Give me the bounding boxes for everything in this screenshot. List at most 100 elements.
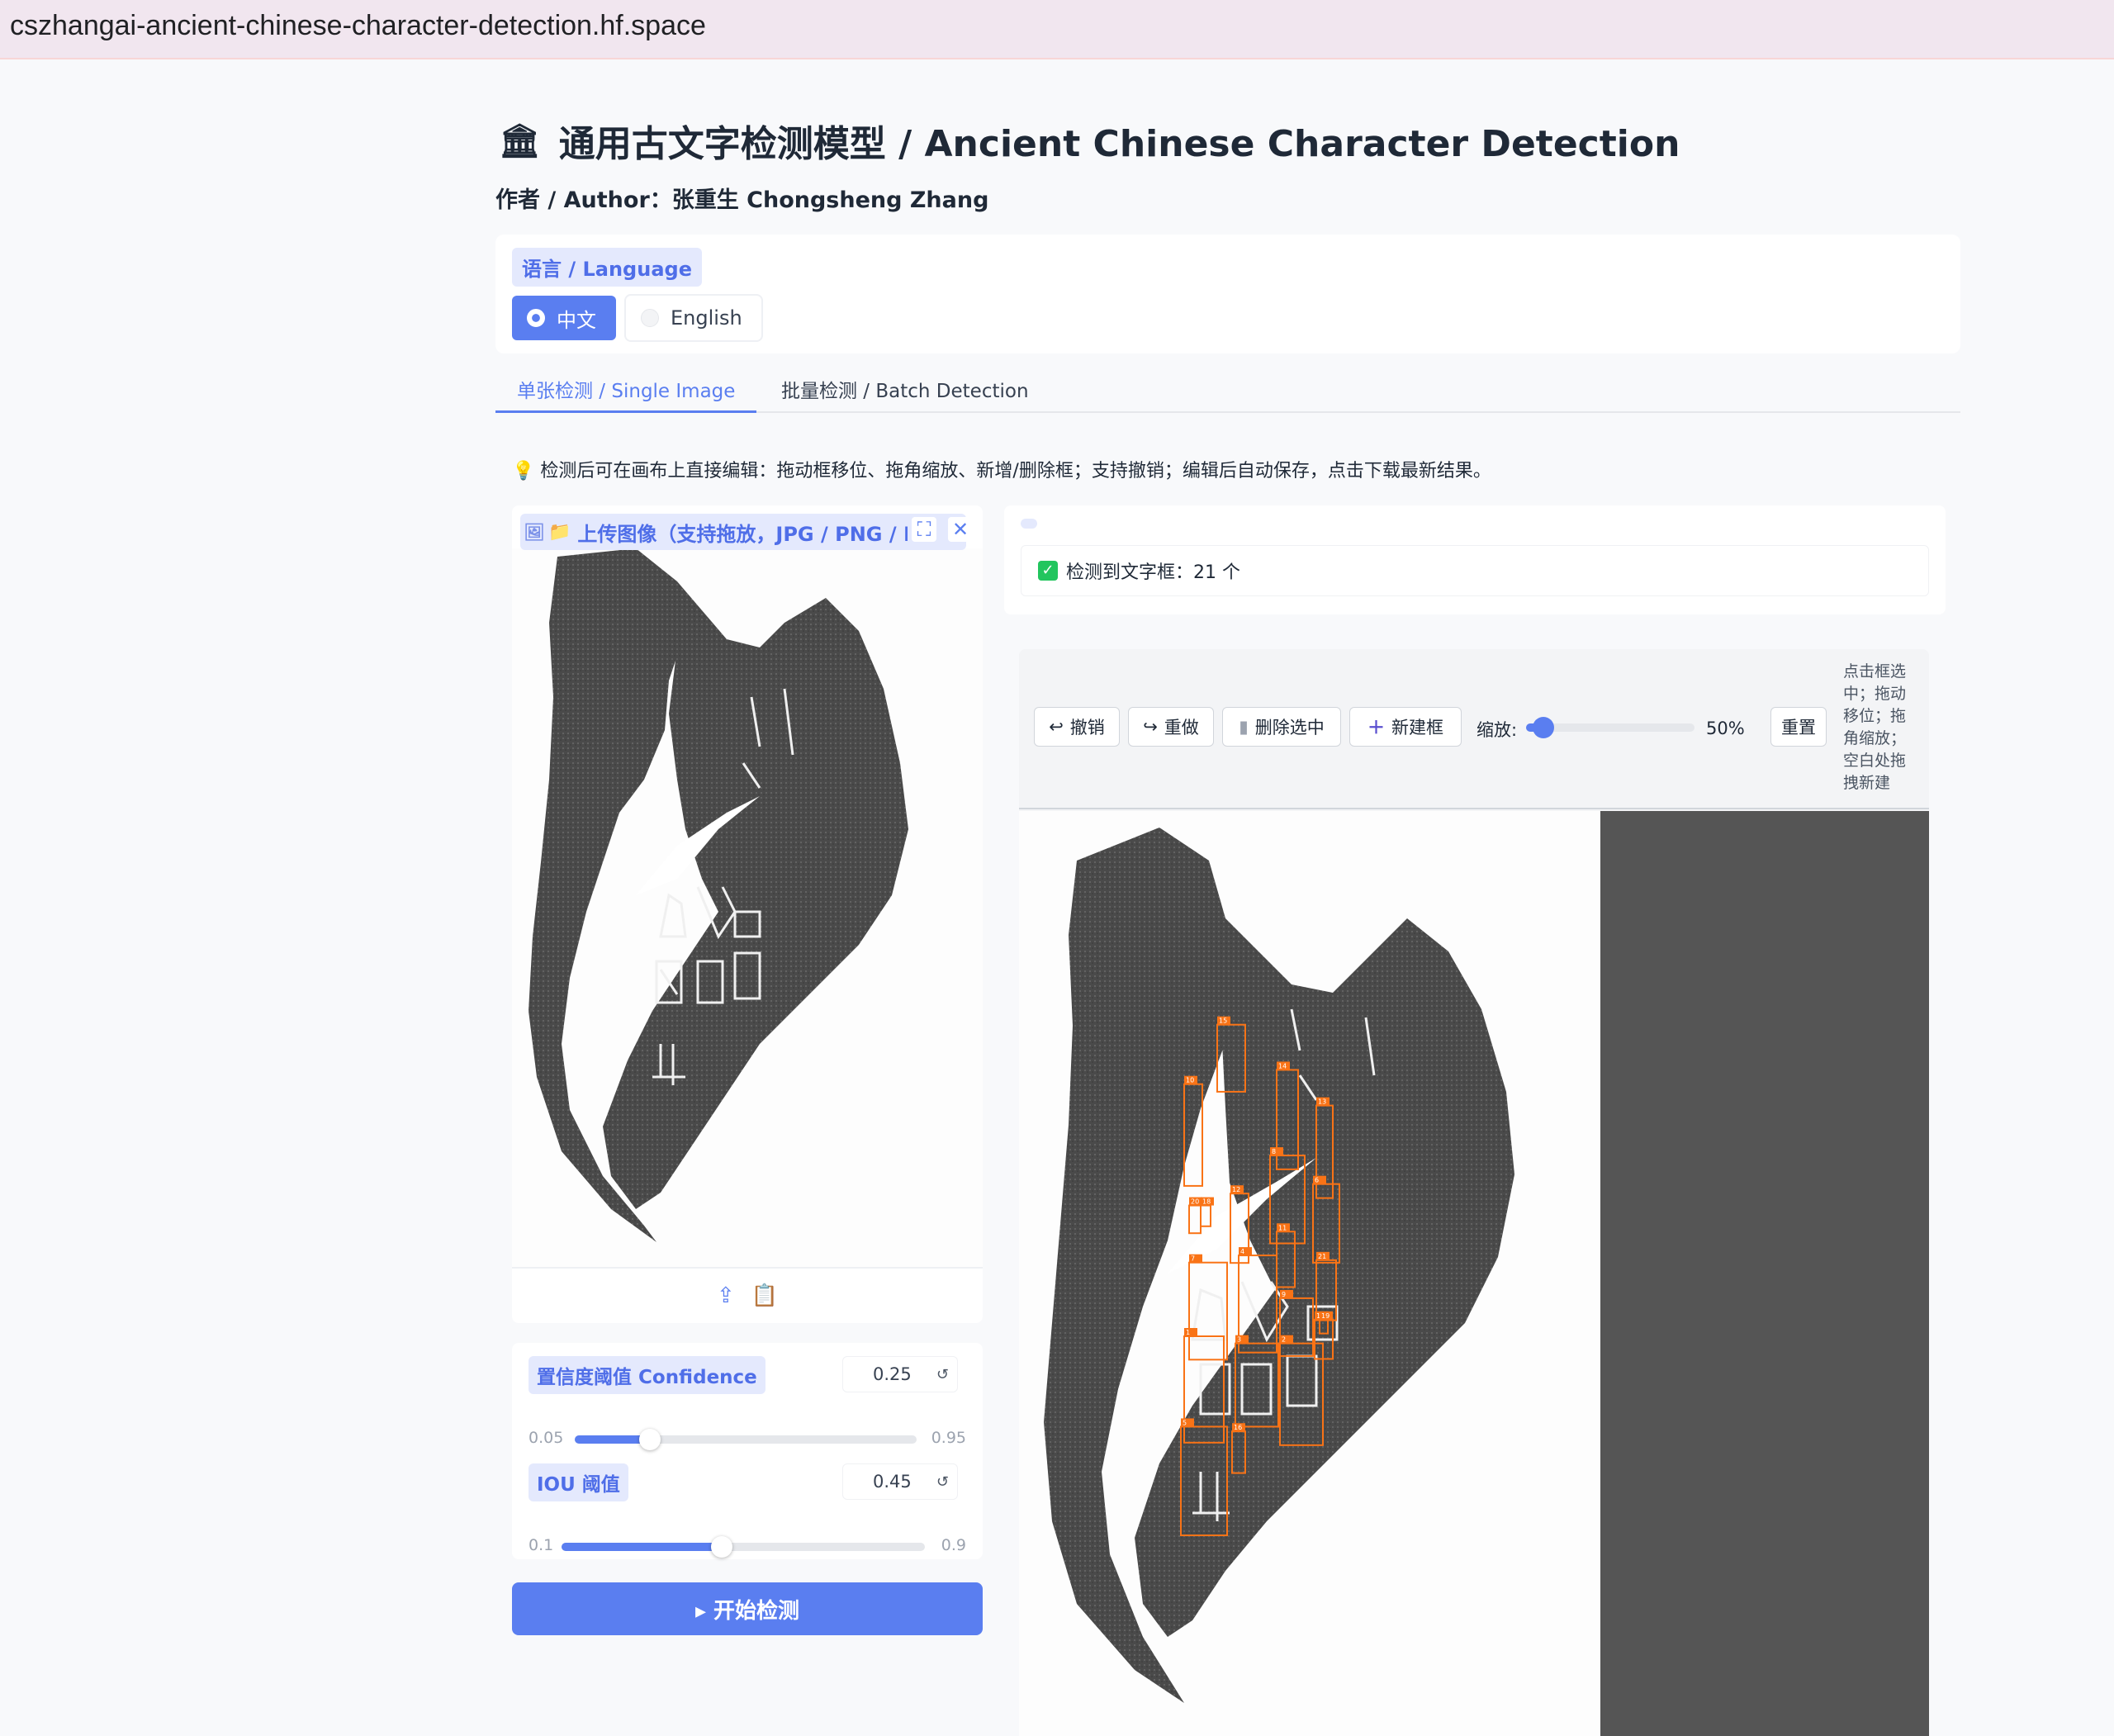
author-line: 作者 / Author：张重生 Chongsheng Zhang (495, 187, 989, 213)
detection-box-label: 6 (1315, 1177, 1319, 1184)
trash-icon: ▮ (1239, 717, 1249, 737)
undo-icon: ↩ (1049, 717, 1064, 737)
language-option-label: English (671, 306, 742, 330)
annotated-rubbing-image: 151410138612201811214791713251619 (1044, 828, 1514, 1703)
upload-icon[interactable]: ⇪ (717, 1283, 735, 1308)
detection-box-label: 10 (1186, 1077, 1194, 1084)
confidence-label: 置信度阈值 Confidence (528, 1356, 765, 1394)
confidence-slider-handle[interactable] (639, 1429, 661, 1450)
undo-button[interactable]: ↩ 撤销 (1034, 707, 1120, 747)
fullscreen-icon[interactable]: ⛶ (912, 517, 936, 542)
detection-box-label: 21 (1318, 1253, 1326, 1260)
upload-controls: ⛶ ✕ (912, 517, 973, 542)
detection-box-label: 20 (1191, 1198, 1199, 1206)
box-editor: ↩ 撤销 ↪ 重做 ▮ 删除选中 ＋ 新建框 缩放: 50% 重置 点击框选中；… (1019, 649, 1929, 1736)
zoom-label: 缩放: (1476, 720, 1518, 740)
zoom-slider[interactable] (1526, 717, 1695, 738)
editor-hint: 点击框选中；拖动移位；拖角缩放；空白处拖拽新建 (1843, 662, 1907, 792)
tab-single-image[interactable]: 单张检测 / Single Image (495, 377, 757, 413)
new-box-button[interactable]: ＋ 新建框 (1349, 707, 1462, 747)
zoom-slider-handle[interactable] (1533, 717, 1554, 738)
iou-slider-block: IOU 阈值 0.45 ↺ 0.1 0.9 (528, 1463, 966, 1558)
upload-panel: 🖼 📁 上传图像（支持拖放，JPG / PNG / BMP ⛶ ✕ (512, 505, 983, 1323)
detection-box-label: 19 (1321, 1312, 1330, 1320)
radio-unselected-icon (641, 309, 659, 327)
detection-box-label: 2 (1282, 1336, 1286, 1344)
status-pill (1021, 519, 1037, 529)
iou-label: IOU 阈值 (528, 1463, 628, 1501)
redo-icon: ↪ (1143, 717, 1158, 737)
folder-icon: 📁 (548, 521, 571, 543)
detection-box[interactable] (1188, 1204, 1202, 1235)
lightbulb-icon: 💡 (512, 461, 535, 481)
tip-text: 检测后可在画布上直接编辑：拖动框移位、拖角缩放、新增/删除框；支持撤销；编辑后自… (540, 461, 1491, 481)
oracle-bone-rubbing-image (528, 548, 908, 1242)
confidence-max: 0.95 (931, 1429, 966, 1447)
redo-button[interactable]: ↪ 重做 (1128, 707, 1214, 747)
editor-toolbar: ↩ 撤销 ↪ 重做 ▮ 删除选中 ＋ 新建框 缩放: 50% 重置 点击框选中；… (1019, 649, 1929, 809)
browser-address-bar[interactable]: cszhangai-ancient-chinese-character-dete… (0, 0, 2114, 59)
reset-icon[interactable]: ↺ (936, 1473, 949, 1491)
uploaded-image[interactable] (512, 548, 983, 1267)
language-panel: 语言 / Language 中文 English (495, 235, 1960, 353)
close-icon[interactable]: ✕ (948, 517, 973, 542)
language-option-zh[interactable]: 中文 (512, 296, 616, 340)
detection-box-label: 5 (1183, 1419, 1187, 1426)
reset-icon[interactable]: ↺ (936, 1366, 949, 1383)
language-label: 语言 / Language (512, 248, 702, 287)
iou-slider-handle[interactable] (711, 1536, 732, 1558)
editor-canvas[interactable]: 151410138612201811214791713251619 (1019, 811, 1929, 1736)
iou-value-input[interactable]: 0.45 ↺ (842, 1463, 958, 1500)
classical-building-icon: 🏛 (499, 121, 541, 160)
page-title: 🏛 通用古文字检测模型 / Ancient Chinese Character … (499, 114, 1680, 167)
upload-footer: ⇪ 📋 (512, 1267, 983, 1323)
threshold-panel: 置信度阈值 Confidence 0.25 ↺ 0.05 0.95 IOU 阈值… (512, 1343, 983, 1559)
reset-label: 重置 (1781, 718, 1816, 738)
iou-value: 0.45 (873, 1472, 912, 1492)
url-text: cszhangai-ancient-chinese-character-dete… (10, 10, 706, 41)
result-summary: ✓ 检测到文字框：21 个 (1021, 545, 1929, 596)
language-option-en[interactable]: English (626, 296, 761, 340)
result-text: 检测到文字框：21 个 (1066, 562, 1240, 583)
annotated-image[interactable]: 151410138612201811214791713251619 (1019, 811, 1600, 1736)
detection-box-label: 13 (1318, 1098, 1326, 1106)
confidence-value-input[interactable]: 0.25 ↺ (842, 1356, 958, 1392)
redo-label: 重做 (1164, 718, 1199, 738)
language-option-label: 中文 (557, 308, 596, 332)
detection-box-label: 7 (1191, 1255, 1195, 1263)
delete-selected-label: 删除选中 (1254, 718, 1325, 738)
detection-box-label: 3 (1237, 1336, 1241, 1344)
detection-box-label: 4 (1240, 1248, 1244, 1255)
result-panel: ✓ 检测到文字框：21 个 (1004, 505, 1946, 614)
detection-box-label: 16 (1234, 1424, 1242, 1431)
plus-icon: ＋ (1367, 718, 1385, 738)
iou-min: 0.1 (528, 1536, 554, 1554)
detection-box-label: 8 (1272, 1148, 1276, 1155)
undo-label: 撤销 (1069, 718, 1105, 738)
reset-zoom-button[interactable]: 重置 (1770, 707, 1827, 747)
confidence-min: 0.05 (528, 1429, 564, 1447)
zoom-value: 50% (1706, 719, 1745, 738)
detection-box-label: 18 (1202, 1198, 1211, 1206)
iou-slider-fill (562, 1543, 722, 1551)
iou-slider[interactable] (562, 1536, 925, 1558)
confidence-slider[interactable] (575, 1429, 917, 1450)
iou-max: 0.9 (941, 1536, 966, 1554)
delete-selected-button[interactable]: ▮ 删除选中 (1222, 707, 1341, 747)
detection-box-label: 14 (1278, 1062, 1287, 1070)
check-icon: ✓ (1038, 561, 1058, 581)
tab-batch-detection[interactable]: 批量检测 / Batch Detection (760, 377, 1050, 413)
detection-box[interactable] (1200, 1204, 1211, 1227)
detection-box-label: 12 (1232, 1186, 1240, 1193)
upload-label-text: 上传图像（支持拖放，JPG / PNG / BMP (577, 522, 908, 546)
paste-icon[interactable]: 📋 (751, 1283, 778, 1308)
detection-box-label: 11 (1278, 1224, 1287, 1231)
confidence-slider-block: 置信度阈值 Confidence 0.25 ↺ 0.05 0.95 (528, 1356, 966, 1450)
detection-box-label: 1 (1186, 1329, 1190, 1336)
title-text: 通用古文字检测模型 / Ancient Chinese Character De… (558, 123, 1680, 165)
start-detection-button[interactable]: ▸ 开始检测 (512, 1582, 983, 1635)
detection-box-label: 9 (1282, 1291, 1286, 1298)
new-box-label: 新建框 (1391, 718, 1443, 738)
detection-box-label: 15 (1219, 1017, 1227, 1025)
upload-label: 🖼 📁 上传图像（支持拖放，JPG / PNG / BMP (520, 514, 966, 550)
